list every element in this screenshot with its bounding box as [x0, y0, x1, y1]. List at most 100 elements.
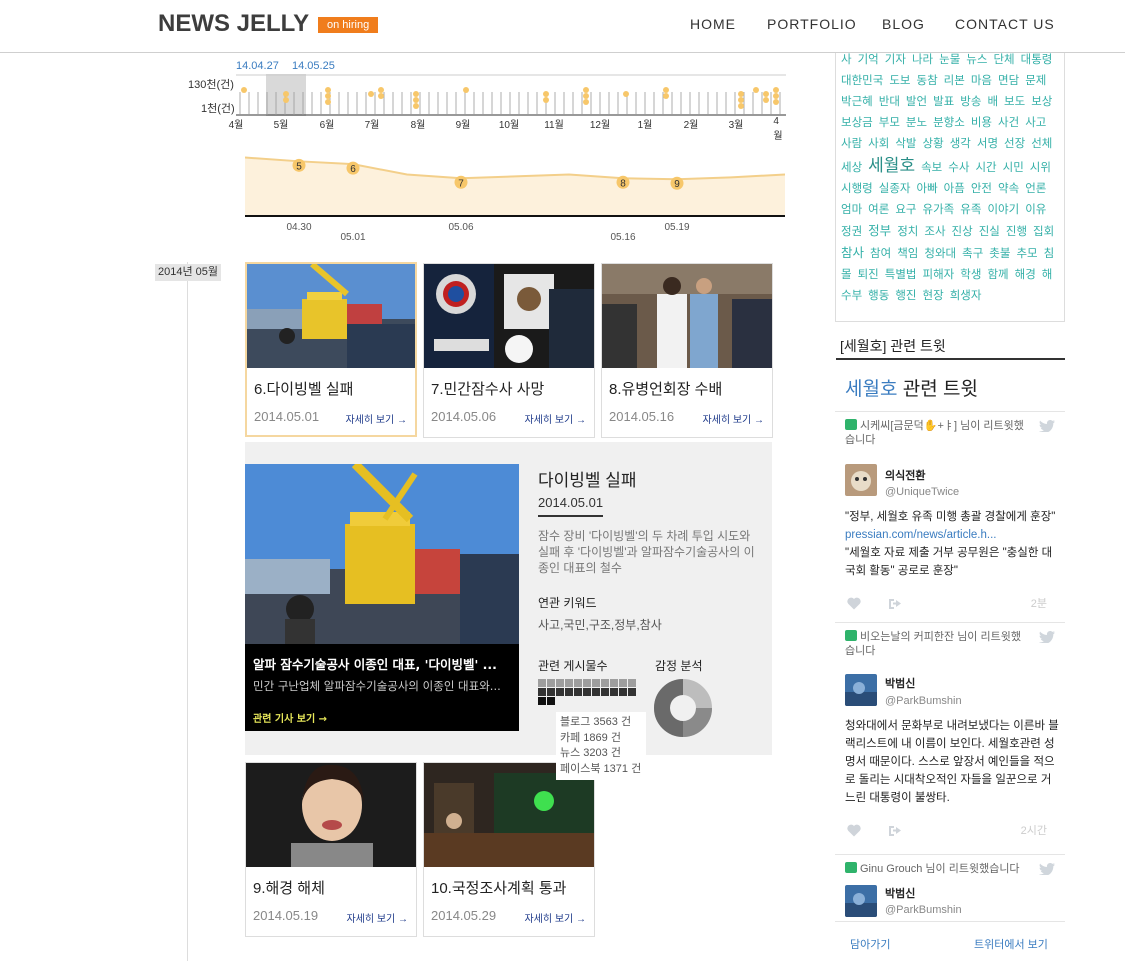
heart-icon[interactable] [847, 824, 861, 837]
event-card[interactable]: 10.국정조사계획 통과 2014.05.29 자세히 보기 → [423, 762, 595, 937]
tag-cloud-item[interactable]: 보상 [1031, 96, 1052, 108]
tag-cloud-item[interactable]: 반대 [879, 96, 900, 108]
post-count-square[interactable] [628, 679, 636, 687]
avatar[interactable] [845, 464, 877, 496]
post-count-square[interactable] [547, 679, 555, 687]
tag-cloud-item[interactable]: 책임 [897, 248, 918, 260]
tweet-item[interactable]: 비오는날의 커피한잔 님이 리트윗했습니다 박범신 @ParkBumshin 청… [835, 622, 1065, 854]
tag-cloud-item[interactable]: 진실 [979, 226, 1000, 238]
post-count-square[interactable] [565, 688, 573, 696]
tag-cloud-item[interactable]: 삭발 [895, 138, 916, 150]
tag-cloud-item[interactable]: 기자 [885, 54, 906, 66]
tag-cloud-item[interactable]: 사고 [1025, 117, 1046, 129]
tag-cloud-item[interactable]: 유가족 [923, 204, 955, 216]
tweet-user-handle[interactable]: @UniqueTwice [885, 486, 959, 498]
post-count-square[interactable] [538, 679, 546, 687]
event-card[interactable]: 6.다이빙벨 실패 2014.05.01 자세히 보기 → [245, 262, 417, 437]
tag-cloud-item[interactable]: 진행 [1006, 226, 1027, 238]
tag-cloud-item[interactable]: 여론 [868, 204, 889, 216]
event-more-link[interactable]: 자세히 보기 → [702, 411, 764, 426]
tag-cloud-item[interactable]: 기억 [858, 54, 879, 66]
post-count-square[interactable] [556, 679, 564, 687]
tag-cloud-item[interactable]: 피해자 [923, 269, 955, 281]
event-more-link[interactable]: 자세히 보기 → [524, 411, 586, 426]
nav-home[interactable]: HOME [690, 16, 736, 32]
event-card[interactable]: 8.유병언회장 수배 2014.05.16 자세히 보기 → [601, 263, 773, 438]
tag-cloud-item[interactable]: 단체 [993, 54, 1014, 66]
tag-cloud-item[interactable]: 생각 [950, 138, 971, 150]
event-more-link[interactable]: 자세히 보기 → [346, 910, 408, 925]
post-count-square[interactable] [583, 679, 591, 687]
tag-cloud-item[interactable]: 유족 [960, 204, 981, 216]
tag-cloud-item[interactable]: 정부 [868, 224, 891, 238]
share-icon[interactable] [888, 824, 902, 837]
post-count-square[interactable] [601, 688, 609, 696]
post-count-square[interactable] [592, 679, 600, 687]
tag-cloud-item[interactable]: 청와대 [924, 248, 956, 260]
tag-cloud-item[interactable]: 시행령 [841, 183, 873, 195]
share-icon[interactable] [888, 597, 902, 610]
tag-cloud-item[interactable]: 사회 [868, 138, 889, 150]
tag-cloud-item[interactable]: 현장 [923, 290, 944, 302]
tag-cloud-item[interactable]: 이유 [1025, 204, 1046, 216]
post-count-square[interactable] [619, 688, 627, 696]
post-count-square[interactable] [556, 688, 564, 696]
tag-cloud-item[interactable]: 속보 [921, 162, 942, 174]
nav-blog[interactable]: BLOG [882, 16, 925, 32]
tag-cloud-item[interactable]: 대통령 [1021, 54, 1053, 66]
post-count-square[interactable] [565, 679, 573, 687]
event-more-link[interactable]: 자세히 보기 → [345, 411, 407, 426]
tag-cloud-item[interactable]: 리본 [944, 75, 965, 87]
tag-cloud-item[interactable]: 부모 [879, 117, 900, 129]
tag-cloud-item[interactable]: 서명 [977, 138, 998, 150]
tag-cloud-item[interactable]: 분향소 [933, 117, 965, 129]
tag-cloud-item[interactable]: 선체 [1031, 138, 1052, 150]
tag-cloud-item[interactable]: 도보 [889, 75, 910, 87]
focus-area-chart[interactable]: 5 6 7 8 9 [244, 150, 786, 220]
tag-cloud-item[interactable]: 함께 [987, 269, 1008, 281]
tag-cloud-item[interactable]: 분노 [906, 117, 927, 129]
tag-cloud-item[interactable]: 보도 [1004, 96, 1025, 108]
tag-cloud-item[interactable]: 시위 [1030, 162, 1051, 174]
tag-cloud-item[interactable]: 동참 [917, 75, 938, 87]
tag-cloud-item[interactable]: 뉴스 [966, 54, 987, 66]
tag-cloud-item[interactable]: 마음 [971, 75, 992, 87]
sentiment-donut[interactable] [653, 678, 713, 738]
post-count-square[interactable] [610, 679, 618, 687]
tag-cloud-item[interactable]: 행동 [868, 290, 889, 302]
avatar[interactable] [845, 885, 877, 917]
tag-cloud-item[interactable]: 발표 [933, 96, 954, 108]
post-count-square[interactable] [610, 688, 618, 696]
event-card[interactable]: 9.해경 해체 2014.05.19 자세히 보기 → [245, 762, 417, 937]
hiring-badge[interactable]: on hiring [318, 17, 379, 33]
tag-cloud-item[interactable]: 조사 [924, 226, 945, 238]
tag-cloud-item[interactable]: 사건 [998, 117, 1019, 129]
tag-cloud-item[interactable]: 배 [987, 96, 998, 108]
tag-cloud-item[interactable]: 선장 [1004, 138, 1025, 150]
avatar[interactable] [845, 674, 877, 706]
tag-cloud-item[interactable]: 시민 [1003, 162, 1024, 174]
event-more-link[interactable]: 자세히 보기 → [524, 910, 586, 925]
tag-cloud-item[interactable]: 진상 [952, 226, 973, 238]
post-count-square[interactable] [583, 688, 591, 696]
post-count-square[interactable] [547, 688, 555, 696]
tag-cloud-item[interactable]: 정치 [897, 226, 918, 238]
tag-cloud-item[interactable]: 희생자 [950, 290, 982, 302]
tag-cloud-item[interactable]: 상황 [923, 138, 944, 150]
tag-cloud-item[interactable]: 아픔 [944, 183, 965, 195]
tag-cloud-item[interactable]: 아빠 [917, 183, 938, 195]
tag-cloud-item[interactable]: 세상 [841, 162, 862, 174]
post-count-square[interactable] [619, 679, 627, 687]
tweet-user-handle[interactable]: @ParkBumshin [885, 904, 962, 916]
tag-cloud-item[interactable]: 안전 [971, 183, 992, 195]
volume-strip[interactable] [236, 72, 786, 118]
tag-cloud-item[interactable]: 정권 [841, 226, 862, 238]
tweet-user-handle[interactable]: @ParkBumshin [885, 695, 962, 707]
tag-cloud-item[interactable]: 퇴진 [858, 269, 879, 281]
tag-cloud-item[interactable]: 추모 [1016, 248, 1037, 260]
tag-cloud-item[interactable]: 특별법 [885, 269, 917, 281]
post-count-grid[interactable] [538, 679, 648, 709]
heart-icon[interactable] [847, 597, 861, 610]
tag-cloud-item[interactable]: 촉구 [962, 248, 983, 260]
tag-cloud-item[interactable]: 집회 [1033, 226, 1054, 238]
